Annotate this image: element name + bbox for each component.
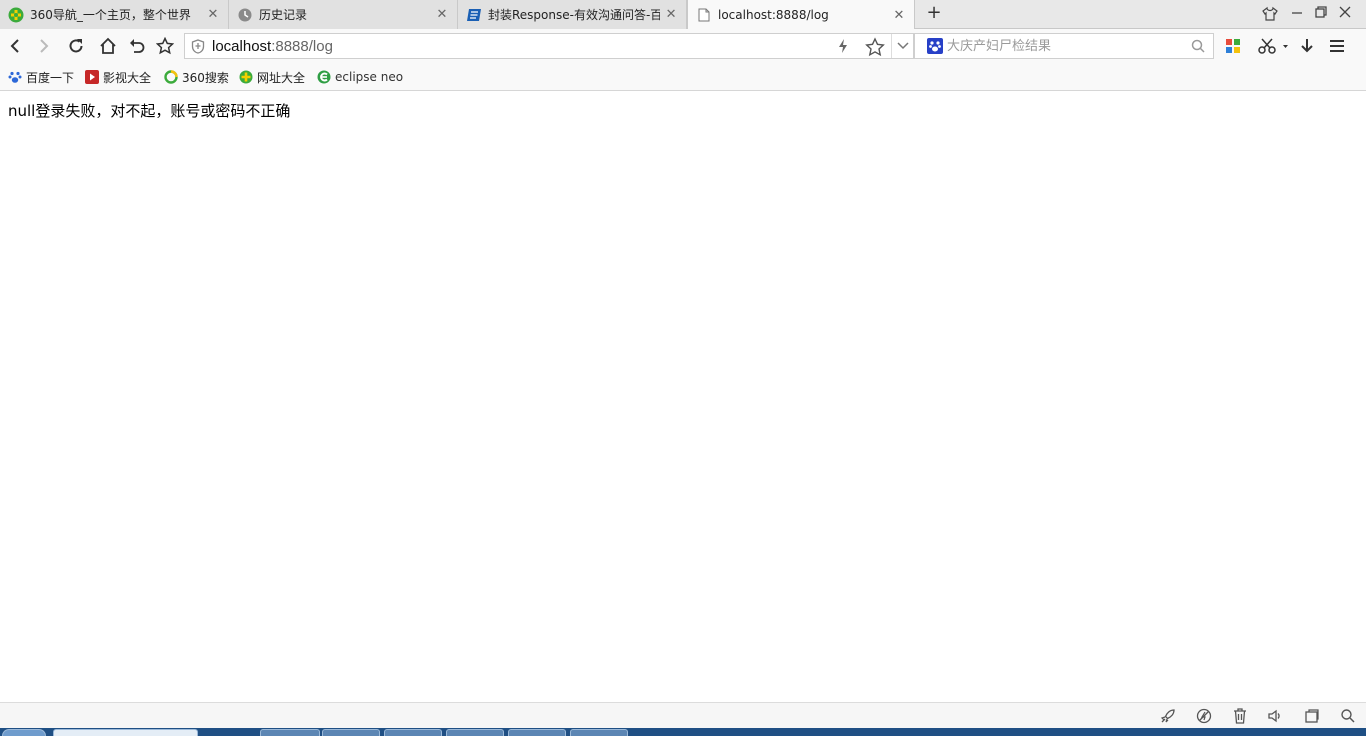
bookmark-label: 360搜索 (182, 70, 229, 85)
history-clock-icon (237, 7, 253, 23)
tab-history[interactable]: 历史记录 ✕ (229, 0, 458, 29)
hamburger-menu-icon (1330, 40, 1344, 52)
bookmark-label: 百度一下 (26, 70, 75, 85)
close-icon[interactable]: ✕ (435, 7, 449, 22)
shield-icon (191, 39, 205, 57)
address-bar[interactable]: localhost:8888/log (184, 33, 914, 59)
forward-arrow-icon (40, 39, 49, 53)
forward-button[interactable] (33, 35, 55, 57)
taskbar-item[interactable] (384, 729, 442, 736)
star-icon (156, 37, 174, 55)
tab-response-qa[interactable]: 封装Response-有效沟通问答-百 ✕ (458, 0, 687, 29)
blank-page-icon (696, 7, 712, 23)
360-search-icon (164, 70, 178, 84)
status-bar (0, 702, 1366, 728)
undo-close-button[interactable] (126, 35, 148, 57)
bookmark-eclipse[interactable]: eclipse neo (317, 68, 403, 86)
download-arrow-icon (1301, 39, 1313, 53)
flash-block-icon[interactable] (1195, 707, 1213, 725)
tab-title: 历史记录 (259, 8, 308, 22)
tab-title: 封装Response-有效沟通问答-百 (488, 8, 661, 22)
reload-icon (69, 39, 83, 53)
close-icon[interactable]: ✕ (892, 8, 906, 23)
baidu-paw-icon (8, 70, 22, 84)
search-icon[interactable] (1191, 39, 1205, 56)
bookmarks-bar: 百度一下 影视大全 360搜索 网址大全 eclipse neo (0, 62, 1366, 91)
bookmark-nav[interactable]: 网址大全 (239, 68, 305, 86)
favorites-button[interactable] (154, 35, 176, 57)
tab-title: 360导航_一个主页，整个世界 (30, 8, 191, 22)
bookmark-label: eclipse neo (335, 70, 404, 84)
bookmark-label: 影视大全 (103, 70, 152, 85)
menu-button[interactable] (1326, 35, 1348, 57)
skin-icon[interactable] (1261, 6, 1279, 24)
minimize-icon[interactable] (1288, 6, 1306, 24)
360-nav-icon (239, 70, 253, 84)
back-button[interactable] (4, 35, 26, 57)
bookmark-star-icon[interactable] (865, 37, 885, 60)
bookmark-label: 网址大全 (257, 70, 306, 85)
video-play-icon (85, 70, 99, 84)
tab-title: localhost:8888/log (718, 8, 829, 22)
screenshot-scissors-button[interactable] (1254, 35, 1290, 57)
login-error-message: null登录失败，对不起，账号或密码不正确 (8, 102, 291, 120)
new-tab-button[interactable]: + (924, 4, 944, 24)
eclipse-icon (317, 70, 331, 84)
apps-grid-icon[interactable] (1222, 35, 1244, 57)
close-icon[interactable]: ✕ (664, 7, 678, 22)
url-path: :8888/log (271, 38, 333, 55)
bookmark-baidu[interactable]: 百度一下 (8, 68, 74, 86)
taskbar-item[interactable] (508, 729, 566, 736)
start-button[interactable] (2, 729, 46, 736)
search-box (914, 33, 1214, 59)
document-blue-icon (466, 7, 482, 23)
close-window-icon[interactable] (1336, 6, 1354, 24)
taskbar-item[interactable] (53, 729, 198, 736)
speaker-icon[interactable] (1266, 707, 1284, 725)
rocket-accelerate-icon[interactable] (1159, 707, 1177, 725)
scissors-icon (1258, 38, 1288, 54)
taskbar-item[interactable] (570, 729, 628, 736)
home-icon (100, 37, 116, 54)
window-mode-icon[interactable] (1303, 707, 1321, 725)
back-arrow-icon (10, 39, 19, 53)
baidu-engine-icon[interactable] (927, 38, 943, 54)
tab-localhost-log[interactable]: localhost:8888/log ✕ (687, 0, 915, 30)
taskbar-item[interactable] (322, 729, 380, 736)
url-text[interactable]: localhost:8888/log (212, 38, 333, 55)
close-icon[interactable]: ✕ (206, 7, 220, 22)
chevron-down-icon[interactable] (891, 34, 913, 58)
tab-360-nav[interactable]: 360导航_一个主页，整个世界 ✕ (0, 0, 229, 29)
bookmark-360-search[interactable]: 360搜索 (164, 68, 229, 86)
page-content: null登录失败，对不起，账号或密码不正确 (0, 91, 1366, 702)
restore-icon[interactable] (1312, 6, 1330, 24)
taskbar-item[interactable] (260, 729, 320, 736)
windows-taskbar (0, 728, 1366, 736)
reload-button[interactable] (65, 35, 87, 57)
tab-strip: 360导航_一个主页，整个世界 ✕ 历史记录 ✕ 封装Response-有效沟通… (0, 0, 1366, 30)
search-input[interactable] (947, 37, 1187, 55)
zoom-icon[interactable] (1339, 707, 1357, 725)
download-button[interactable] (1296, 35, 1318, 57)
360-nav-icon (8, 7, 24, 23)
url-host: localhost (212, 38, 272, 55)
navigation-toolbar: localhost:8888/log (0, 29, 1366, 62)
taskbar-item[interactable] (446, 729, 504, 736)
home-button[interactable] (97, 35, 119, 57)
trash-clear-icon[interactable] (1231, 707, 1249, 725)
lightning-icon[interactable] (837, 38, 849, 57)
undo-icon (130, 39, 145, 53)
bookmark-video[interactable]: 影视大全 (85, 68, 151, 86)
